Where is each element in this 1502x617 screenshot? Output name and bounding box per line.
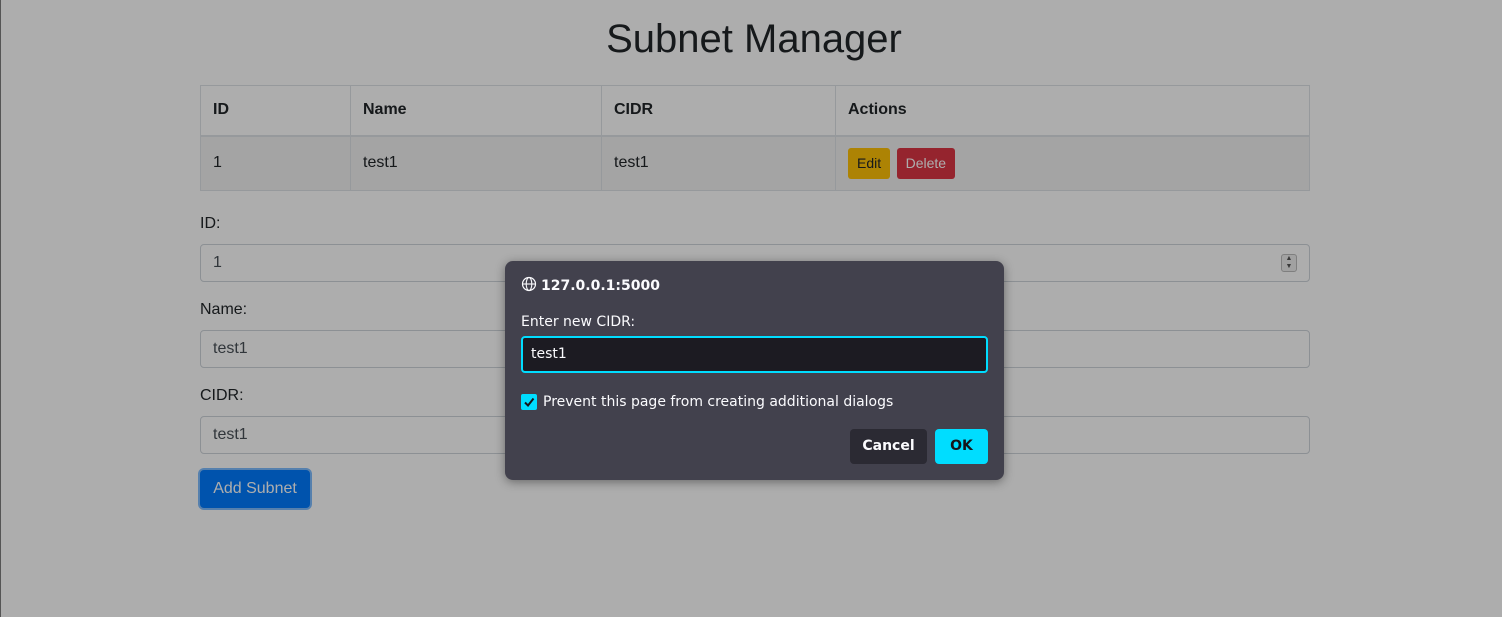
dialog-header: 127.0.0.1:5000 xyxy=(521,276,660,296)
checkmark-icon xyxy=(524,397,535,408)
dialog-cidr-input[interactable]: test1 xyxy=(521,336,988,373)
prevent-dialogs-option[interactable]: Prevent this page from creating addition… xyxy=(521,394,893,410)
prevent-dialogs-label: Prevent this page from creating addition… xyxy=(543,394,894,410)
prevent-dialogs-checkbox[interactable] xyxy=(521,394,537,410)
prompt-dialog: 127.0.0.1:5000 Enter new CIDR: test1 Pre… xyxy=(505,261,1004,480)
cancel-button[interactable]: Cancel xyxy=(850,429,927,464)
dialog-prompt: Enter new CIDR: xyxy=(521,314,636,330)
ok-button[interactable]: OK xyxy=(935,429,988,464)
dialog-origin: 127.0.0.1:5000 xyxy=(541,278,660,294)
globe-icon xyxy=(521,276,541,296)
dialog-input-value: test1 xyxy=(531,346,567,362)
